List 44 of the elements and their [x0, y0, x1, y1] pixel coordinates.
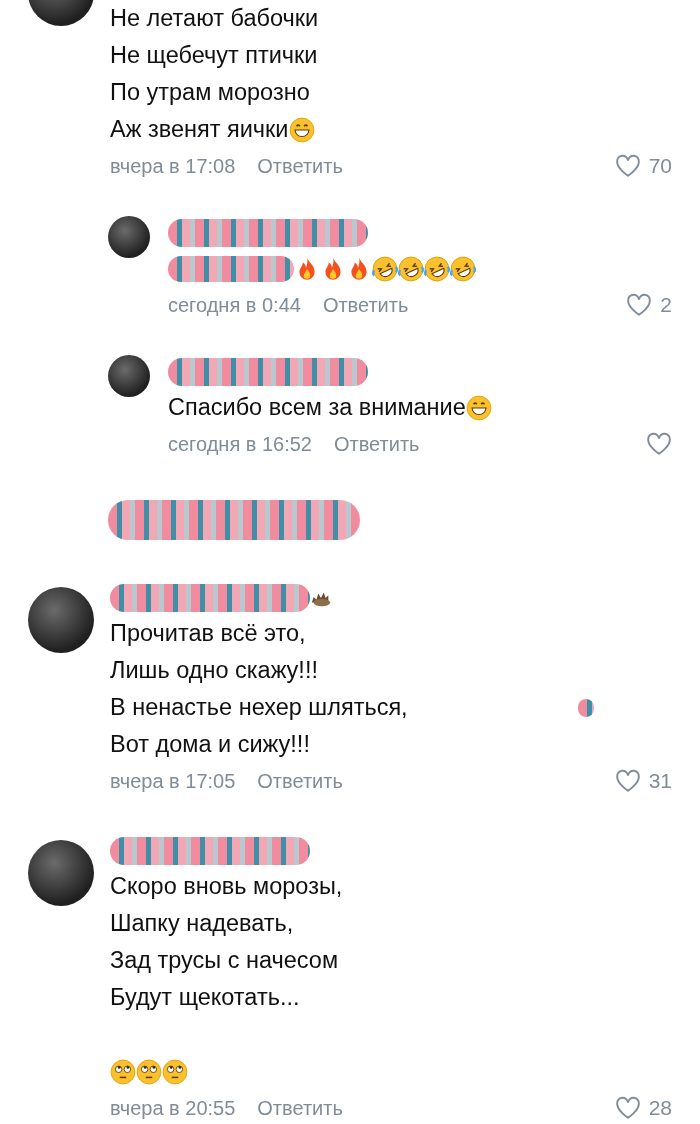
avatar[interactable]: [108, 355, 150, 397]
heart-icon[interactable]: [614, 769, 641, 793]
laughing-face-icon: [398, 255, 424, 282]
grinning-face-icon: [288, 116, 315, 143]
comment-text: Аж звенят яички: [110, 115, 289, 144]
laughing-face-icon: [424, 255, 450, 282]
avatar[interactable]: [108, 216, 150, 258]
reply-link[interactable]: Ответить: [257, 1096, 343, 1120]
reply-link[interactable]: Ответить: [257, 769, 343, 793]
laughing-face-icon: [372, 255, 398, 282]
eye-roll-face-icon: [162, 1058, 188, 1085]
comment-text: Будут щекотать...: [110, 983, 300, 1012]
comment-text: Шапку надевать,: [110, 909, 294, 938]
like-count: 2: [660, 293, 672, 317]
heart-icon[interactable]: [614, 154, 641, 178]
comment-text: Не щебечут птички: [110, 41, 318, 70]
eye-roll-face-icon: [110, 1058, 136, 1085]
comment-text: По утрам морозно: [110, 78, 310, 107]
heart-icon[interactable]: [626, 293, 653, 317]
comment-text: Прочитав всё это,: [110, 619, 306, 648]
comment-time: сегодня в 0:44: [168, 293, 301, 317]
comment-text: Не летают бабочки: [110, 4, 319, 33]
comment-text: Зад трусы с начесом: [110, 946, 339, 975]
comment-text: Вот дома и сижу!!!: [110, 730, 310, 759]
reply-link[interactable]: Ответить: [334, 432, 420, 456]
comment-time: вчера в 20:55: [110, 1096, 236, 1120]
heart-icon[interactable]: [646, 432, 672, 456]
like-count: 31: [648, 769, 672, 793]
reply-link[interactable]: Ответить: [322, 293, 409, 317]
comment-time: вчера в 17:05: [110, 769, 236, 793]
comment-text: Спасибо всем за внимание: [168, 393, 466, 422]
laughing-face-icon: [450, 255, 476, 282]
redaction-mark: [577, 698, 594, 717]
reply-link[interactable]: Ответить: [257, 154, 343, 178]
like-count: 70: [648, 154, 672, 178]
comment-text: Лишь одно скажу!!!: [110, 656, 318, 685]
like-count: 28: [648, 1096, 672, 1120]
grinning-face-icon: [465, 394, 492, 421]
heart-icon[interactable]: [614, 1096, 641, 1120]
comment-time: сегодня в 16:52: [168, 432, 312, 456]
comment-time: вчера в 17:08: [110, 154, 236, 178]
comment-text: Скоро вновь морозы,: [110, 872, 343, 901]
eye-roll-face-icon: [136, 1058, 162, 1085]
comment-text: В ненастье нехер шляться,: [110, 693, 408, 722]
